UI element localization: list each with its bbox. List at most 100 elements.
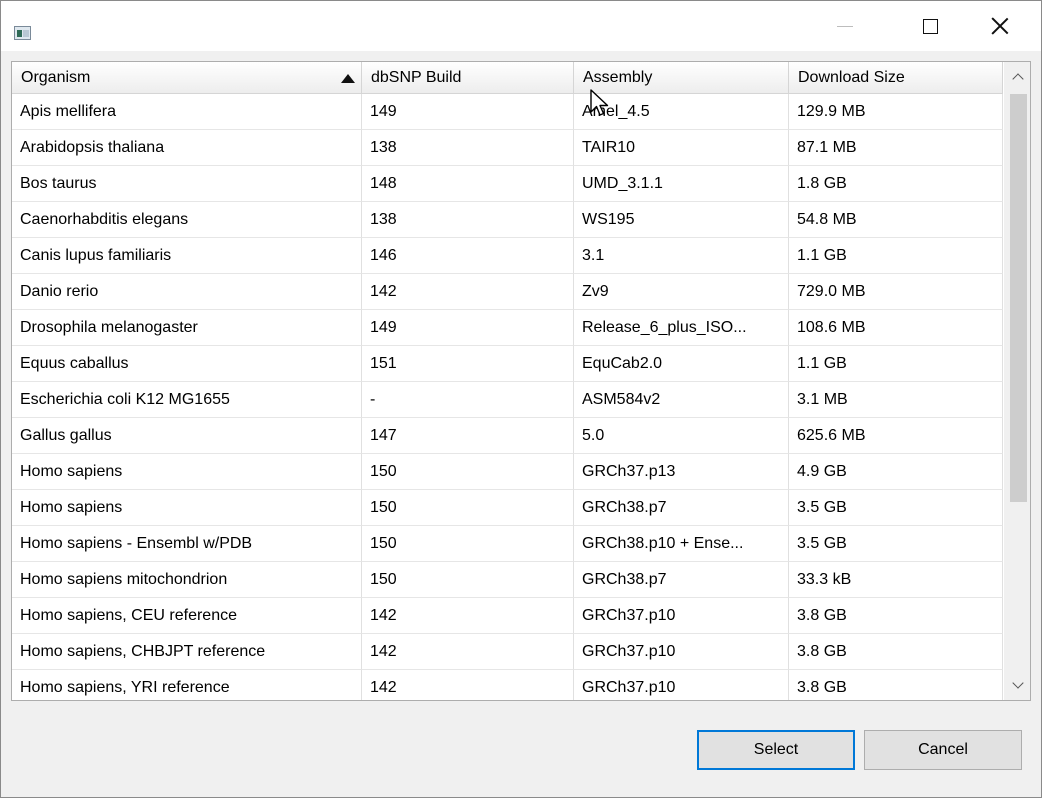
table-row[interactable]: Apis mellifera 149 Amel_4.5 129.9 MB <box>12 94 1003 130</box>
cell-organism: Homo sapiens <box>12 454 362 490</box>
cell-assembly: WS195 <box>574 202 789 238</box>
table-header: Organism dbSNP Build Assembly Download S… <box>12 62 1003 94</box>
table-row[interactable]: Homo sapiens 150 GRCh38.p7 3.5 GB <box>12 490 1003 526</box>
cell-dbsnp-build: 149 <box>362 94 574 130</box>
cell-dbsnp-build: 142 <box>362 274 574 310</box>
cell-dbsnp-build: 147 <box>362 418 574 454</box>
cell-organism: Homo sapiens mitochondrion <box>12 562 362 598</box>
table-row[interactable]: Canis lupus familiaris 146 3.1 1.1 GB <box>12 238 1003 274</box>
cell-dbsnp-build: 151 <box>362 346 574 382</box>
cell-download-size: 3.8 GB <box>789 598 1003 634</box>
column-header-dbsnp-build[interactable]: dbSNP Build <box>362 62 574 94</box>
mouse-cursor-icon <box>590 89 609 116</box>
vertical-scrollbar[interactable] <box>1004 62 1030 700</box>
column-header-label: Organism <box>21 68 91 86</box>
cell-dbsnp-build: - <box>362 382 574 418</box>
cell-download-size: 1.8 GB <box>789 166 1003 202</box>
table-row[interactable]: Homo sapiens, YRI reference 142 GRCh37.p10… <box>12 670 1003 700</box>
cell-dbsnp-build: 142 <box>362 634 574 670</box>
cell-organism: Arabidopsis thaliana <box>12 130 362 166</box>
column-header-label: Download Size <box>798 68 905 86</box>
cell-download-size: 108.6 MB <box>789 310 1003 346</box>
scroll-thumb[interactable] <box>1010 94 1027 502</box>
cell-download-size: 3.8 GB <box>789 634 1003 670</box>
cell-assembly: GRCh37.p10 <box>574 670 789 700</box>
app-icon <box>14 26 31 40</box>
table-row[interactable]: Homo sapiens - Ensembl w/PDB 150 GRCh38.p1… <box>12 526 1003 562</box>
cell-dbsnp-build: 148 <box>362 166 574 202</box>
cell-organism: Danio rerio <box>12 274 362 310</box>
select-button[interactable]: Select <box>697 730 855 770</box>
cell-assembly: GRCh37.p10 <box>574 598 789 634</box>
minimize-button[interactable] <box>816 1 874 51</box>
close-icon <box>991 17 1009 35</box>
sort-ascending-icon <box>341 74 355 83</box>
cell-assembly: GRCh37.p10 <box>574 634 789 670</box>
cell-organism: Homo sapiens, CHBJPT reference <box>12 634 362 670</box>
cell-download-size: 1.1 GB <box>789 238 1003 274</box>
cell-organism: Apis mellifera <box>12 94 362 130</box>
table-row[interactable]: Gallus gallus 147 5.0 625.6 MB <box>12 418 1003 454</box>
table-row[interactable]: Caenorhabditis elegans 138 WS195 54.8 MB <box>12 202 1003 238</box>
cell-organism: Drosophila melanogaster <box>12 310 362 346</box>
cell-organism: Equus caballus <box>12 346 362 382</box>
cell-dbsnp-build: 150 <box>362 490 574 526</box>
cell-assembly: EquCab2.0 <box>574 346 789 382</box>
organism-table[interactable]: Organism dbSNP Build Assembly Download S… <box>11 61 1031 701</box>
scroll-up-button[interactable] <box>1004 62 1030 92</box>
cell-dbsnp-build: 138 <box>362 130 574 166</box>
cell-dbsnp-build: 142 <box>362 670 574 700</box>
table-row[interactable]: Equus caballus 151 EquCab2.0 1.1 GB <box>12 346 1003 382</box>
table-row[interactable]: Homo sapiens mitochondrion 150 GRCh38.p7 33… <box>12 562 1003 598</box>
column-header-label: Assembly <box>583 68 653 86</box>
cell-dbsnp-build: 146 <box>362 238 574 274</box>
cell-download-size: 1.1 GB <box>789 346 1003 382</box>
cell-assembly: GRCh38.p10 + Ense... <box>574 526 789 562</box>
cell-organism: Homo sapiens, YRI reference <box>12 670 362 700</box>
cell-download-size: 3.8 GB <box>789 670 1003 700</box>
cell-organism: Canis lupus familiaris <box>12 238 362 274</box>
dialog-window: Organism dbSNP Build Assembly Download S… <box>0 0 1042 798</box>
column-header-download-size[interactable]: Download Size <box>789 62 1003 94</box>
title-bar[interactable] <box>1 1 1041 51</box>
table-row[interactable]: Drosophila melanogaster 149 Release_6_plus… <box>12 310 1003 346</box>
scroll-down-button[interactable] <box>1004 670 1030 700</box>
cell-dbsnp-build: 138 <box>362 202 574 238</box>
minimize-icon <box>837 25 853 27</box>
cell-download-size: 33.3 kB <box>789 562 1003 598</box>
column-header-organism[interactable]: Organism <box>12 62 362 94</box>
table-row[interactable]: Bos taurus 148 UMD_3.1.1 1.8 GB <box>12 166 1003 202</box>
cell-assembly: 5.0 <box>574 418 789 454</box>
cell-download-size: 3.5 GB <box>789 526 1003 562</box>
maximize-button[interactable] <box>901 1 959 51</box>
close-button[interactable] <box>971 1 1029 51</box>
cell-dbsnp-build: 142 <box>362 598 574 634</box>
chevron-up-icon <box>1012 73 1024 85</box>
table-row[interactable]: Homo sapiens, CHBJPT reference 142 GRCh37.… <box>12 634 1003 670</box>
cell-dbsnp-build: 150 <box>362 526 574 562</box>
cell-download-size: 3.5 GB <box>789 490 1003 526</box>
cell-organism: Homo sapiens - Ensembl w/PDB <box>12 526 362 562</box>
cell-organism: Homo sapiens <box>12 490 362 526</box>
cell-dbsnp-build: 149 <box>362 310 574 346</box>
chevron-down-icon <box>1012 677 1024 689</box>
table-row[interactable]: Escherichia coli K12 MG1655- ASM584v2 3.1 … <box>12 382 1003 418</box>
cell-download-size: 87.1 MB <box>789 130 1003 166</box>
cell-assembly: GRCh38.p7 <box>574 562 789 598</box>
table-row[interactable]: Homo sapiens, CEU reference 142 GRCh37.p10… <box>12 598 1003 634</box>
cell-assembly: GRCh38.p7 <box>574 490 789 526</box>
table-row[interactable]: Danio rerio 142 Zv9 729.0 MB <box>12 274 1003 310</box>
cell-download-size: 4.9 GB <box>789 454 1003 490</box>
table-row[interactable]: Arabidopsis thaliana 138 TAIR10 87.1 MB <box>12 130 1003 166</box>
cell-download-size: 54.8 MB <box>789 202 1003 238</box>
cell-assembly: GRCh37.p13 <box>574 454 789 490</box>
cell-dbsnp-build: 150 <box>362 454 574 490</box>
cancel-button[interactable]: Cancel <box>864 730 1022 770</box>
cell-organism: Escherichia coli K12 MG1655 <box>12 382 362 418</box>
cell-organism: Homo sapiens, CEU reference <box>12 598 362 634</box>
table-row[interactable]: Homo sapiens 150 GRCh37.p13 4.9 GB <box>12 454 1003 490</box>
cell-assembly: Release_6_plus_ISO... <box>574 310 789 346</box>
cell-download-size: 129.9 MB <box>789 94 1003 130</box>
cell-organism: Gallus gallus <box>12 418 362 454</box>
cell-assembly: TAIR10 <box>574 130 789 166</box>
